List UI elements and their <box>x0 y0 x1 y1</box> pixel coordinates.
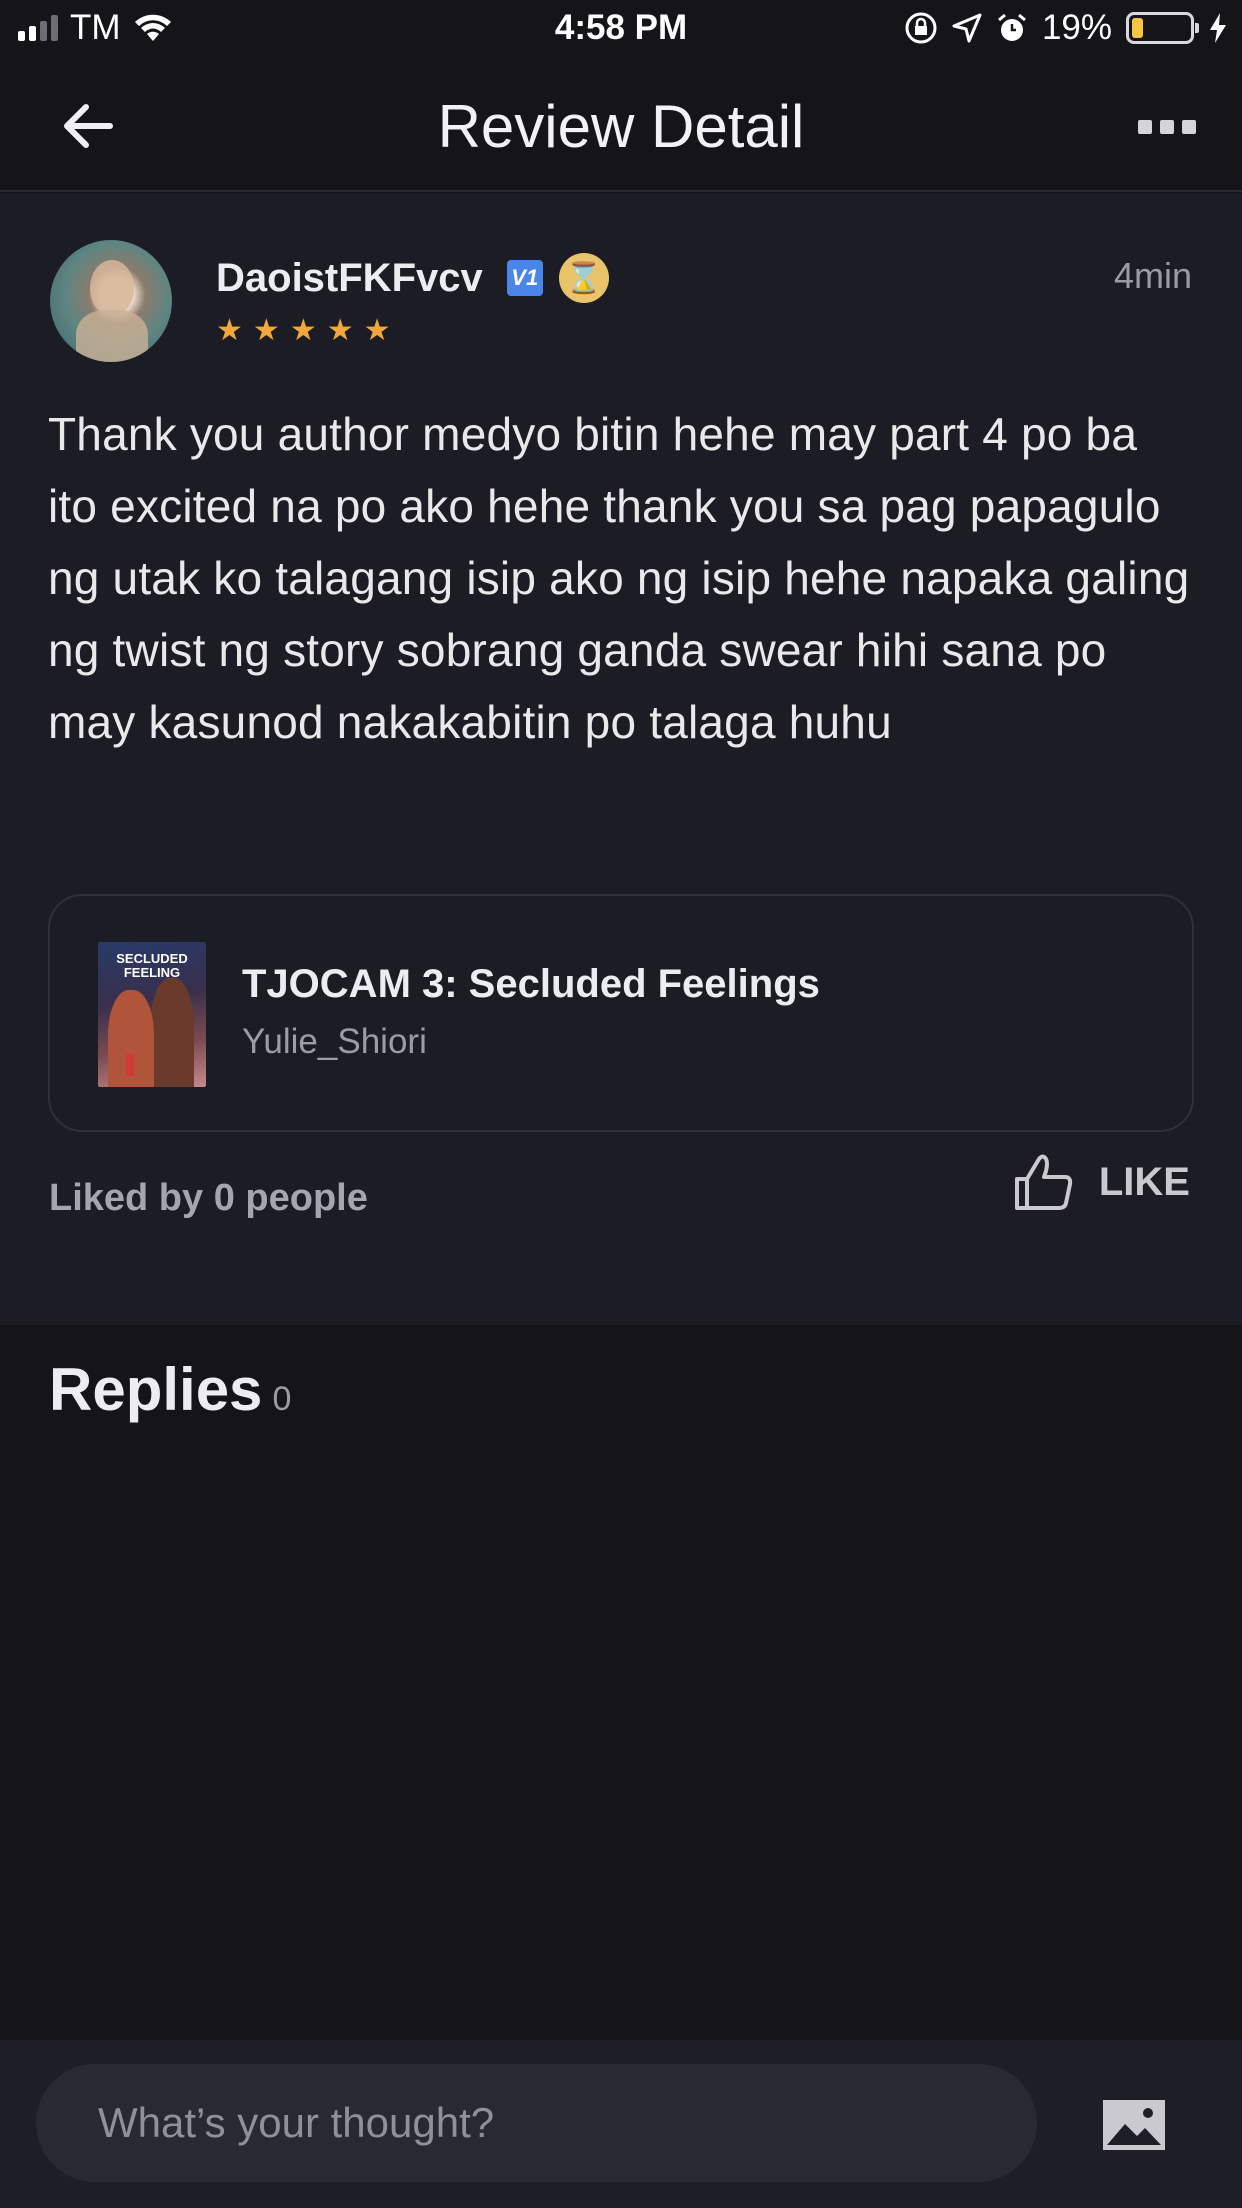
star-icon: ★ <box>216 314 243 347</box>
username[interactable]: DaoistFKFvcv <box>216 256 483 301</box>
status-bar: TM 4:58 PM 19% <box>0 0 1242 62</box>
avatar[interactable] <box>50 240 172 362</box>
like-button[interactable]: LIKE <box>1013 1153 1190 1211</box>
star-icon: ★ <box>289 314 317 347</box>
status-right: 19% <box>904 8 1228 48</box>
user-row: DaoistFKFvcv V1 ⌛ <box>216 253 609 303</box>
review-time: 4min <box>1113 255 1192 296</box>
comment-bar <box>0 2040 1242 2208</box>
cover-title: SECLUDED FEELING <box>116 951 188 980</box>
hourglass-badge-icon: ⌛ <box>558 253 609 303</box>
star-icon: ★ <box>252 314 280 347</box>
image-icon[interactable] <box>1103 2100 1165 2150</box>
comment-input[interactable] <box>36 2064 1037 2182</box>
review-card: DaoistFKFvcv V1 ⌛ ★ ★ ★ ★ ★ 4min Thank y… <box>0 193 1242 1325</box>
level-badge-icon: V1 <box>506 260 543 296</box>
book-author: Yulie_Shiori <box>242 1022 427 1061</box>
book-card[interactable]: SECLUDED FEELING TJOCAM 3: Secluded Feel… <box>48 894 1194 1132</box>
replies-count: 0 <box>272 1380 292 1418</box>
nav-bar: Review Detail <box>0 62 1242 192</box>
rating-stars: ★ ★ ★ ★ ★ <box>216 316 391 346</box>
replies-header: Replies 0 <box>49 1355 291 1424</box>
review-text: Thank you author medyo bitin hehe may pa… <box>48 408 1190 748</box>
star-icon: ★ <box>363 314 391 347</box>
like-label: LIKE <box>1098 1159 1190 1204</box>
charging-bolt-icon <box>1210 13 1226 43</box>
location-icon <box>952 13 982 43</box>
replies-title: Replies <box>49 1356 263 1423</box>
star-icon: ★ <box>326 314 354 347</box>
rotation-lock-icon <box>905 12 937 44</box>
page-title: Review Detail <box>437 93 805 160</box>
battery-percent: 19% <box>1041 8 1112 47</box>
battery-icon <box>1126 12 1199 44</box>
book-cover: SECLUDED FEELING <box>98 942 206 1087</box>
thumbs-up-icon <box>1014 1154 1073 1210</box>
book-title: TJOCAM 3: Secluded Feelings <box>242 962 820 1006</box>
alarm-icon <box>997 13 1026 41</box>
more-options-icon[interactable] <box>1138 120 1196 134</box>
liked-by-count: Liked by 0 people <box>49 1177 368 1219</box>
